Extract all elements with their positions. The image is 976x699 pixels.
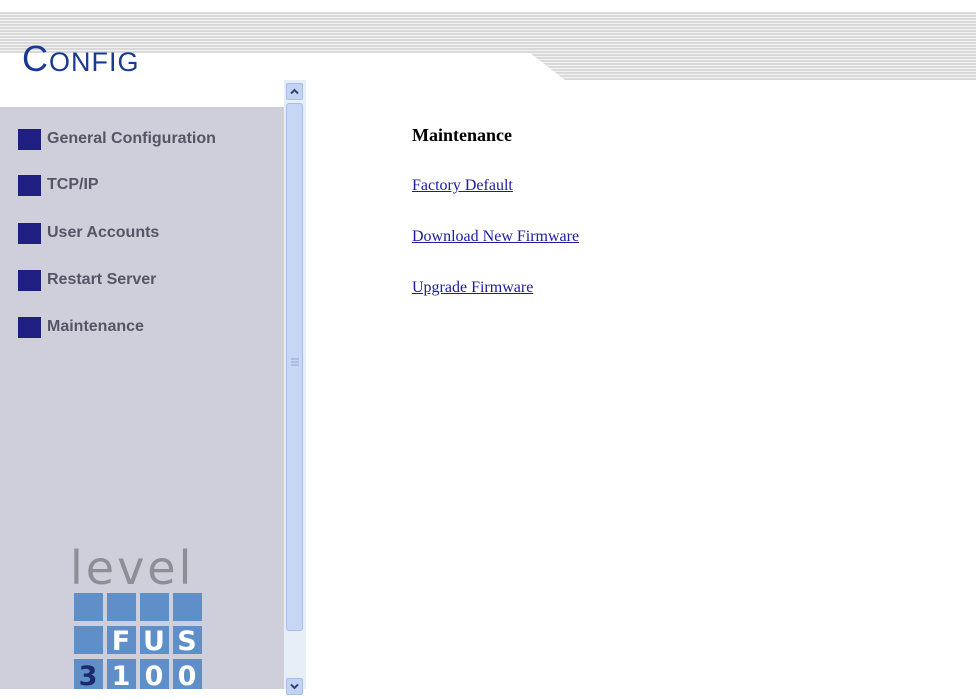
chevron-up-icon bbox=[290, 88, 299, 95]
upgrade-firmware-link[interactable]: Upgrade Firmware bbox=[412, 279, 533, 297]
sidebar-item-label: TCP/IP bbox=[47, 176, 99, 193]
sidebar-item-user-accounts[interactable]: User Accounts bbox=[18, 221, 159, 245]
sidebar-item-label: User Accounts bbox=[47, 224, 160, 241]
nav-bullet-icon bbox=[18, 174, 41, 196]
banner-stripes bbox=[0, 12, 976, 80]
sidebar-item-tcp-ip[interactable]: TCP/IP bbox=[18, 173, 99, 197]
nav-bullet-icon bbox=[18, 269, 41, 291]
sidebar: General Configuration TCP/IP User Accoun… bbox=[0, 107, 284, 689]
sidebar-item-label: General Configuration bbox=[47, 130, 216, 147]
factory-default-link[interactable]: Factory Default bbox=[412, 177, 513, 195]
logo-row2-char: U bbox=[143, 626, 165, 657]
sidebar-item-label: Restart Server bbox=[47, 271, 157, 288]
nav-bullet-icon bbox=[18, 222, 41, 244]
logo-row2-char: S bbox=[177, 626, 196, 657]
scroll-thumb[interactable] bbox=[286, 103, 303, 631]
download-new-firmware-link[interactable]: Download New Firmware bbox=[412, 228, 579, 246]
logo-row3-char: 0 bbox=[178, 661, 197, 689]
sidebar-item-maintenance[interactable]: Maintenance bbox=[18, 315, 144, 339]
nav-bullet-icon bbox=[18, 128, 41, 150]
sidebar-item-general-configuration[interactable]: General Configuration bbox=[18, 127, 216, 151]
section-heading: Maintenance bbox=[412, 125, 512, 145]
nav-bullet-icon bbox=[18, 316, 41, 338]
logo-row3-char: 1 bbox=[112, 661, 131, 689]
grip-icon bbox=[291, 358, 299, 366]
logo-row3-char: 0 bbox=[145, 661, 164, 689]
chevron-down-icon bbox=[290, 683, 299, 690]
scroll-down-button[interactable] bbox=[286, 678, 303, 695]
logo-row2-char: F bbox=[112, 626, 130, 657]
page-title: CONFIG bbox=[22, 38, 140, 79]
main-content: Maintenance Factory Default Download New… bbox=[306, 107, 976, 689]
sidebar-scrollbar[interactable] bbox=[284, 80, 306, 695]
header-banner: CONFIG bbox=[0, 0, 976, 107]
sidebar-item-restart-server[interactable]: Restart Server bbox=[18, 268, 156, 292]
level-one-logo: level F U S 3 1 0 0 bbox=[70, 544, 202, 689]
sidebar-item-label: Maintenance bbox=[47, 318, 144, 335]
scroll-up-button[interactable] bbox=[286, 83, 303, 100]
logo-row3-char: 3 bbox=[79, 661, 98, 689]
logo-word: level bbox=[70, 544, 194, 595]
